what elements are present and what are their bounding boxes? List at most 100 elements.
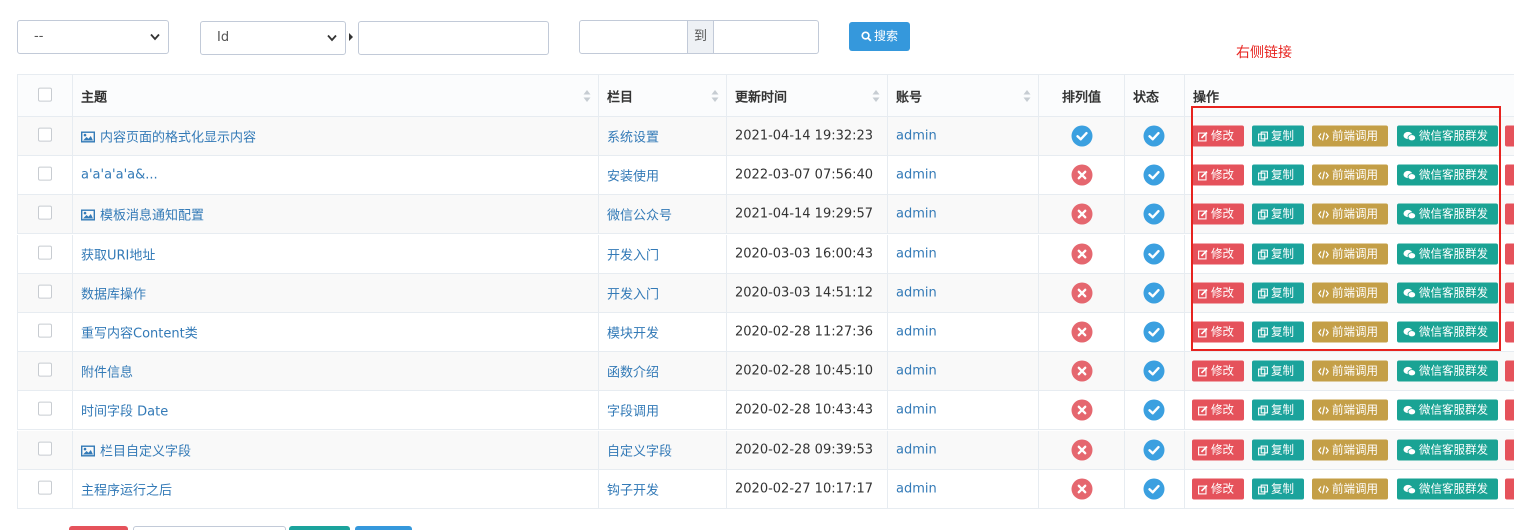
row-checkbox[interactable] [38, 205, 52, 220]
copy-button[interactable]: 复制 [1252, 439, 1304, 461]
order-toggle[interactable] [1071, 439, 1093, 461]
subject-link[interactable]: 时间字段 Date [81, 405, 168, 420]
status-toggle[interactable] [1143, 203, 1165, 225]
edit-button[interactable]: 修改 [1192, 399, 1244, 421]
batch-blue-button[interactable] [355, 526, 412, 530]
subject-link[interactable]: 主程序运行之后 [81, 483, 172, 498]
account-link[interactable]: admin [896, 129, 937, 144]
row-checkbox[interactable] [38, 480, 52, 495]
api-call-button[interactable]: 前端调用 [1312, 360, 1388, 382]
account-link[interactable]: admin [896, 403, 937, 418]
order-toggle[interactable] [1071, 282, 1093, 304]
subject-link[interactable]: 获取URI地址 [81, 248, 155, 263]
select-all-checkbox[interactable] [38, 87, 52, 102]
account-link[interactable]: admin [896, 442, 937, 457]
account-link[interactable]: admin [896, 285, 937, 300]
account-link[interactable]: admin [896, 325, 937, 340]
column-link[interactable]: 自定义字段 [607, 440, 672, 459]
column-link[interactable]: 字段调用 [607, 401, 659, 420]
order-toggle[interactable] [1071, 399, 1093, 421]
column-link[interactable]: 函数介绍 [607, 362, 659, 381]
edit-button[interactable]: 修改 [1192, 360, 1244, 382]
copy-button[interactable]: 复制 [1252, 478, 1304, 500]
status-toggle[interactable] [1143, 243, 1165, 265]
header-account[interactable]: 账号 [887, 75, 1038, 116]
row-checkbox[interactable] [38, 127, 52, 142]
batch-input[interactable] [133, 526, 286, 530]
status-toggle[interactable] [1143, 321, 1165, 343]
delete-button[interactable] [1505, 360, 1514, 382]
header-updated[interactable]: 更新时间 [726, 75, 887, 116]
account-link[interactable]: admin [896, 207, 937, 222]
status-toggle[interactable] [1143, 478, 1165, 500]
order-toggle[interactable] [1071, 125, 1093, 147]
api-call-button[interactable]: 前端调用 [1312, 399, 1388, 421]
header-column[interactable]: 栏目 [598, 75, 726, 116]
delete-button[interactable] [1505, 399, 1514, 421]
status-toggle[interactable] [1143, 125, 1165, 147]
range-start-input[interactable] [580, 21, 687, 53]
status-toggle[interactable] [1143, 399, 1165, 421]
column-link[interactable]: 模块开发 [607, 323, 659, 342]
column-link[interactable]: 开发入门 [607, 283, 659, 302]
row-checkbox[interactable] [38, 245, 52, 260]
delete-button[interactable] [1505, 439, 1514, 461]
order-toggle[interactable] [1071, 360, 1093, 382]
wechat-broadcast-button[interactable]: 微信客服群发 [1397, 360, 1498, 382]
range-end-input[interactable] [714, 21, 818, 53]
wechat-broadcast-button[interactable]: 微信客服群发 [1397, 439, 1498, 461]
wechat-broadcast-button[interactable]: 微信客服群发 [1397, 478, 1498, 500]
field-select[interactable]: -- [17, 20, 169, 54]
row-checkbox[interactable] [38, 362, 52, 377]
delete-button[interactable] [1505, 125, 1514, 147]
delete-button[interactable] [1505, 203, 1514, 225]
subject-link[interactable]: 栏目自定义字段 [100, 444, 191, 459]
row-checkbox[interactable] [38, 284, 52, 299]
account-link[interactable]: admin [896, 168, 937, 183]
account-link[interactable]: admin [896, 246, 937, 261]
edit-button[interactable]: 修改 [1192, 478, 1244, 500]
row-checkbox[interactable] [38, 166, 52, 181]
subject-link[interactable]: a'a'a'a'a&... [81, 168, 158, 183]
column-select[interactable]: Id [200, 21, 346, 55]
row-checkbox[interactable] [38, 401, 52, 416]
column-link[interactable]: 钩子开发 [607, 479, 659, 498]
delete-selected-button[interactable] [69, 526, 128, 530]
delete-button[interactable] [1505, 282, 1514, 304]
status-toggle[interactable] [1143, 439, 1165, 461]
status-toggle[interactable] [1143, 164, 1165, 186]
order-toggle[interactable] [1071, 478, 1093, 500]
status-toggle[interactable] [1143, 360, 1165, 382]
delete-button[interactable] [1505, 243, 1514, 265]
copy-button[interactable]: 复制 [1252, 360, 1304, 382]
subject-link[interactable]: 模板消息通知配置 [100, 209, 204, 224]
subject-link[interactable]: 重写内容Content类 [81, 327, 198, 342]
edit-button[interactable]: 修改 [1192, 439, 1244, 461]
api-call-button[interactable]: 前端调用 [1312, 439, 1388, 461]
account-link[interactable]: admin [896, 481, 937, 496]
column-link[interactable]: 安装使用 [607, 166, 659, 185]
api-call-button[interactable]: 前端调用 [1312, 478, 1388, 500]
delete-button[interactable] [1505, 321, 1514, 343]
row-checkbox[interactable] [38, 441, 52, 456]
column-link[interactable]: 开发入门 [607, 244, 659, 263]
keyword-input[interactable] [358, 21, 549, 55]
subject-link[interactable]: 内容页面的格式化显示内容 [100, 131, 256, 146]
row-checkbox[interactable] [38, 323, 52, 338]
account-link[interactable]: admin [896, 364, 937, 379]
delete-button[interactable] [1505, 164, 1514, 186]
order-toggle[interactable] [1071, 164, 1093, 186]
batch-green-button[interactable] [289, 526, 350, 530]
delete-button[interactable] [1505, 478, 1514, 500]
search-button[interactable]: 搜索 [849, 22, 910, 51]
order-toggle[interactable] [1071, 243, 1093, 265]
subject-link[interactable]: 数据库操作 [81, 287, 146, 302]
wechat-broadcast-button[interactable]: 微信客服群发 [1397, 399, 1498, 421]
header-subject[interactable]: 主题 [72, 75, 598, 116]
column-link[interactable]: 微信公众号 [607, 205, 672, 224]
order-toggle[interactable] [1071, 203, 1093, 225]
status-toggle[interactable] [1143, 282, 1165, 304]
column-link[interactable]: 系统设置 [607, 127, 659, 146]
copy-button[interactable]: 复制 [1252, 399, 1304, 421]
order-toggle[interactable] [1071, 321, 1093, 343]
